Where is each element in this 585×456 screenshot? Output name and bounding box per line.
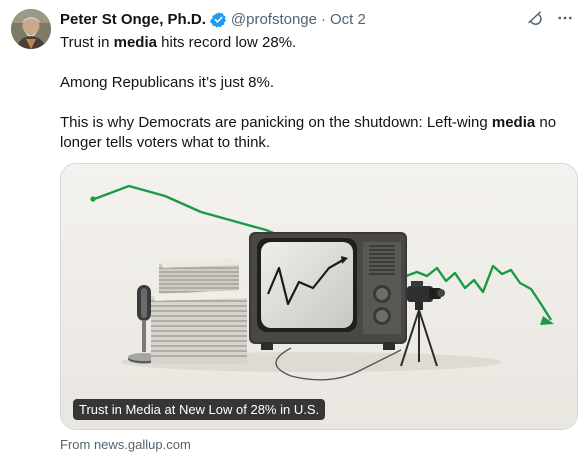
tweet-line-2: Among Republicans it’s just 8%. [60, 74, 274, 91]
tweet-line-3-pre: This is why Democrats are panicking on t… [60, 114, 492, 131]
avatar[interactable] [11, 9, 51, 49]
media-image[interactable]: Trust in Media at New Low of 28% in U.S. [60, 163, 578, 430]
tweet-date[interactable]: Oct 2 [330, 11, 366, 28]
tweet-line-1: Trust in media hits record low 28%. [60, 33, 575, 53]
tweet-line-1-bold: media [113, 34, 157, 51]
tweet: Peter St Onge, Ph.D. @profstonge · Oct 2… [0, 0, 585, 456]
tweet-header: Peter St Onge, Ph.D. @profstonge · Oct 2 [60, 9, 366, 29]
tweet-text: Trust in media hits record low 28%. Amon… [60, 33, 575, 153]
tweet-line-3: This is why Democrats are panicking on t… [60, 113, 575, 153]
more-icon[interactable] [555, 8, 575, 28]
newspaper-stack-front [151, 290, 251, 364]
grok-icon[interactable] [525, 8, 545, 28]
tweet-actions-top [525, 8, 575, 28]
verified-badge-icon [209, 11, 226, 28]
media-illustration [61, 164, 577, 429]
author-handle[interactable]: @profstonge [231, 11, 317, 28]
tweet-line-1-pre: Trust in [60, 34, 114, 51]
media-source-link[interactable]: From news.gallup.com [60, 437, 191, 452]
media-caption: Trust in Media at New Low of 28% in U.S. [73, 399, 326, 420]
tweet-line-3-bold: media [491, 114, 536, 131]
television [249, 232, 407, 350]
separator-dot: · [321, 10, 326, 28]
tweet-line-1-post: hits record low 28%. [156, 34, 297, 51]
author-name[interactable]: Peter St Onge, Ph.D. [60, 11, 206, 28]
